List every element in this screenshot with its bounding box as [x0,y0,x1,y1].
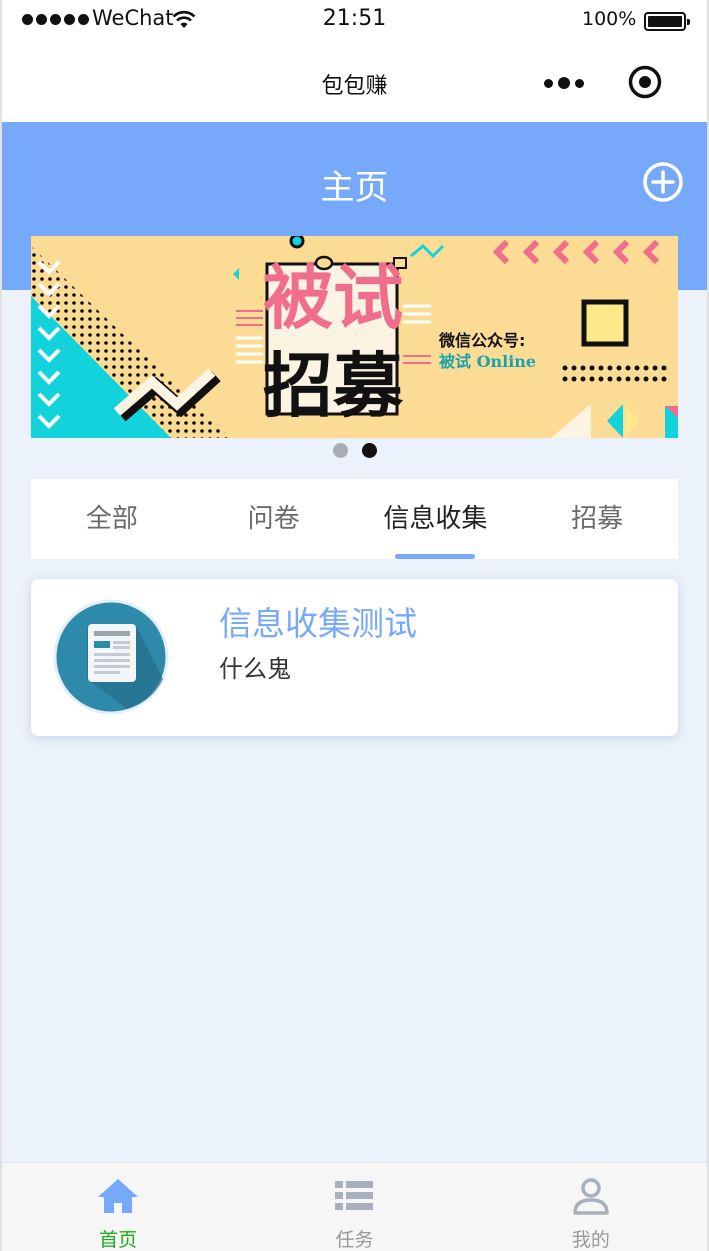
nav-title: 包包赚 [321,74,388,99]
tab-info-collection[interactable]: 信息收集 [355,479,517,559]
banner-caption1: 微信公众号: [438,331,525,350]
user-icon [573,1178,609,1215]
banner-caption2: 被试 Online [439,352,536,371]
tab-recruitment[interactable]: 招募 [516,479,678,559]
tabbar-item-tasks[interactable]: 任务 [236,1163,472,1251]
pager-dot[interactable] [332,443,348,458]
tab-all[interactable]: 全部 [31,479,193,559]
banner-carousel[interactable]: 被试 招募 微信公众号: 被试 Online [31,236,678,438]
tab-label: 信息收集 [383,504,488,534]
card-title: 信息收集测试 [219,604,417,643]
tabbar-label-home: 首页 [99,1229,138,1251]
tabbar-item-mine[interactable]: 我的 [473,1163,709,1251]
tabbar-item-home[interactable]: 首页 [0,1163,236,1251]
document-icon [53,599,169,715]
page-title: 主页 [320,168,389,208]
category-tabs: 全部 问卷 信息收集 招募 [31,479,678,559]
list-icon [335,1181,374,1210]
plus-circle-icon[interactable] [641,160,685,204]
tabbar-label-tasks: 任务 [335,1229,374,1251]
tab-label: 问卷 [247,504,300,534]
home-icon [98,1179,139,1213]
banner-line2: 招募 [263,345,404,427]
task-card[interactable]: 信息收集测试 什么鬼 [31,579,678,736]
bottom-tab-bar: 首页 任务 我的 [0,1162,709,1251]
tab-questionnaire[interactable]: 问卷 [193,479,355,559]
status-bar: WeChat 21:51 100% [0,0,709,44]
tab-label: 招募 [571,504,624,534]
banner-line1: 被试 [263,257,403,339]
battery-icon [644,12,690,31]
more-dots-icon[interactable] [541,68,587,98]
tabbar-label-mine: 我的 [571,1229,610,1251]
nav-bar: 包包赚 [0,44,709,122]
target-close-icon[interactable] [626,63,664,101]
tab-underline [395,554,476,559]
banner-pager [0,443,709,458]
battery-percent: 100% [582,8,637,30]
pager-dot[interactable] [361,443,377,458]
card-description: 什么鬼 [219,655,291,683]
tab-label: 全部 [85,504,138,534]
